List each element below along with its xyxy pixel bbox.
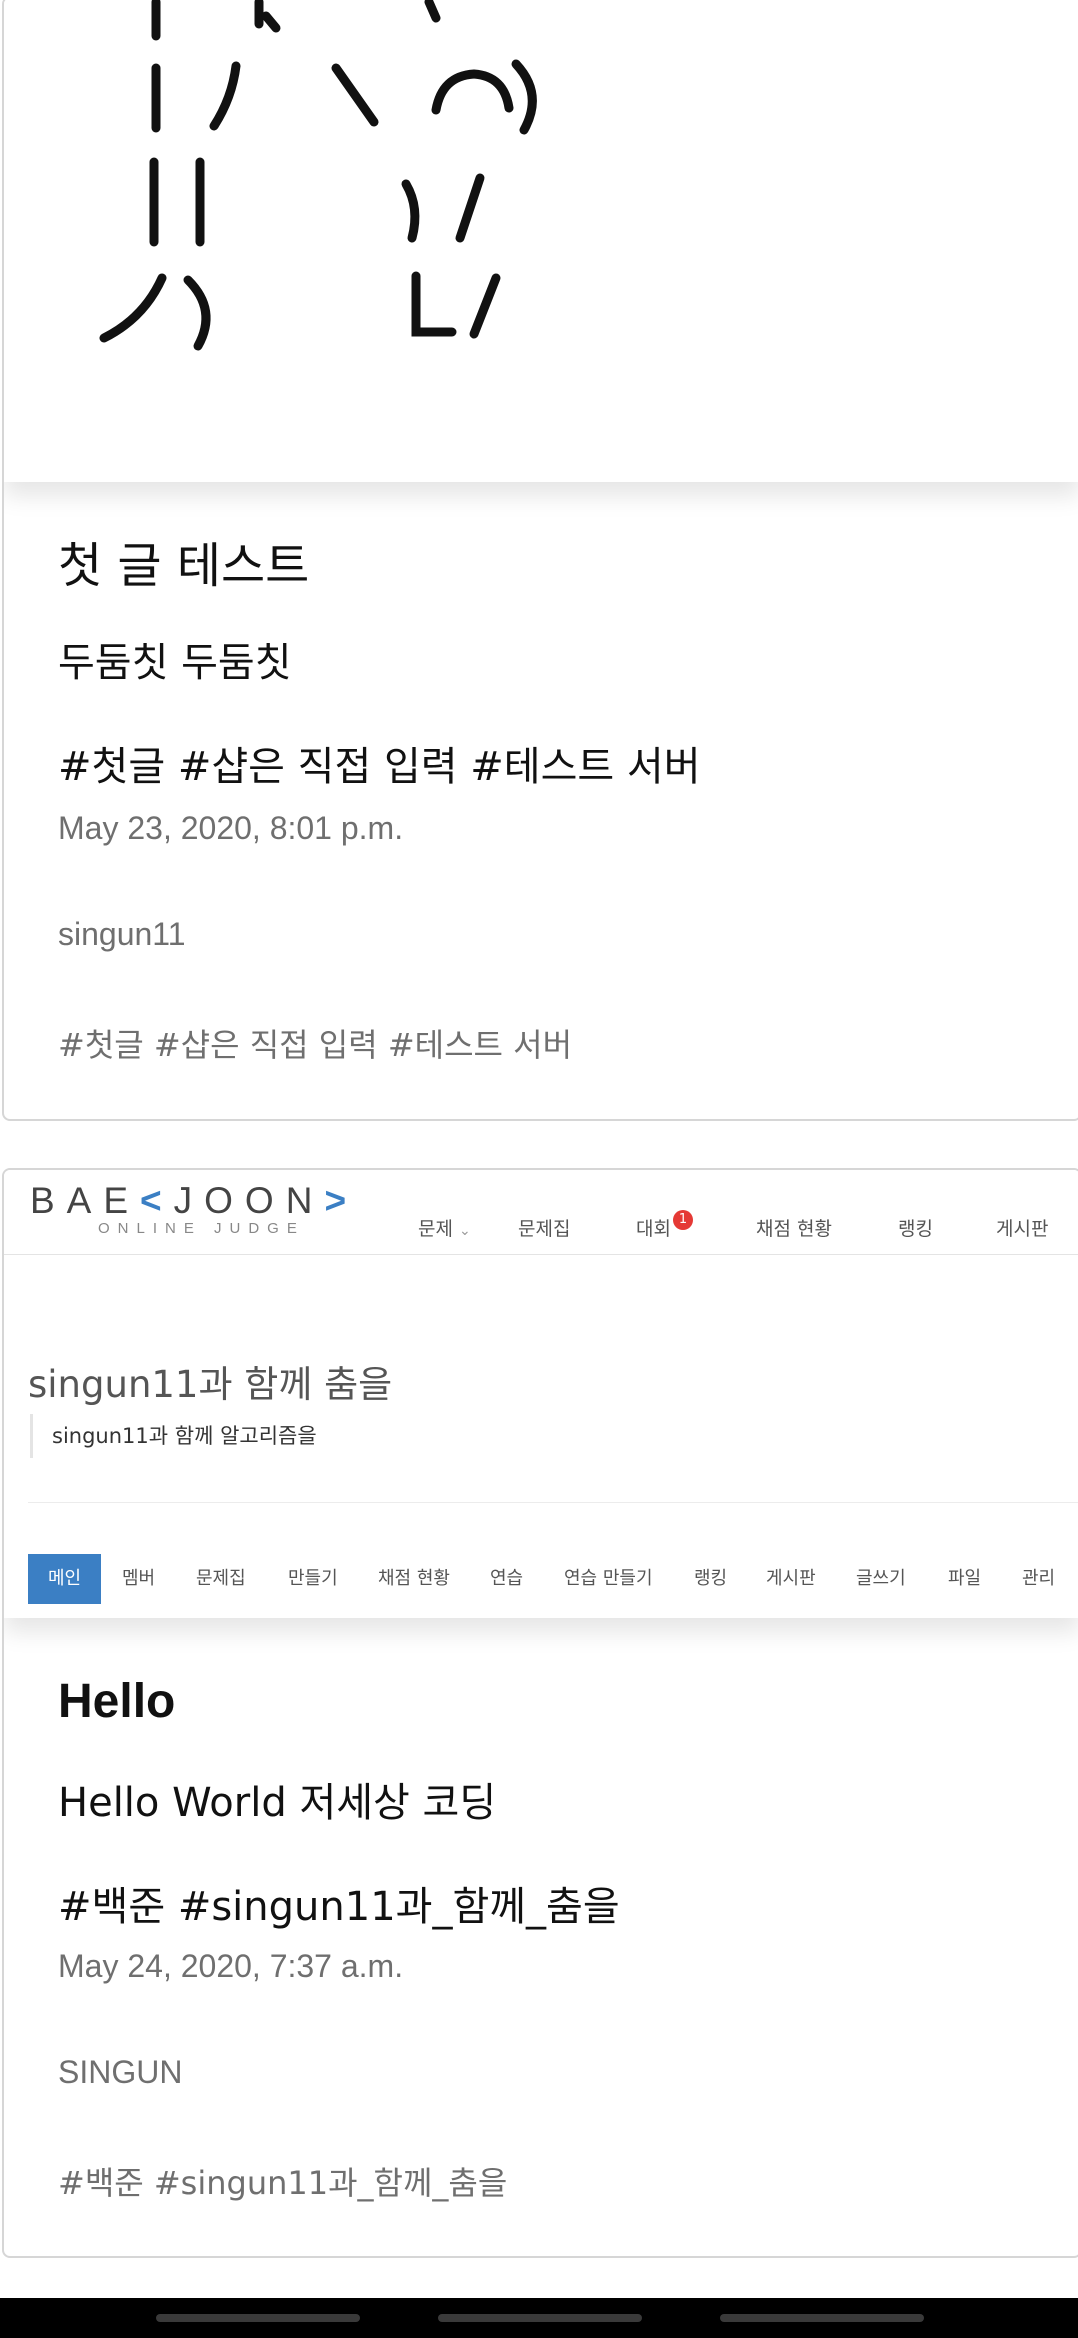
post-author[interactable]: singun11: [58, 916, 186, 953]
nav-status[interactable]: 채점 현황: [756, 1214, 832, 1241]
post-date: May 24, 2020, 7:37 a.m.: [58, 1948, 404, 1984]
post-image-baekjoon-screenshot: BAE<JOON> ONLINE JUDGE 문제 ⌄ 문제집 대회 1 채점 현…: [4, 1170, 1078, 1618]
post-hashtags: #백준 #singun11과_함께_춤을: [58, 1884, 620, 1930]
post-image-ascii-art: [4, 0, 1078, 482]
nav-problems[interactable]: 문제 ⌄: [418, 1214, 471, 1241]
post-title: 첫 글 테스트: [58, 538, 310, 594]
nav-divider: [4, 1254, 1078, 1255]
post-card-1[interactable]: 첫 글 테스트 두둠칫 두둠칫 #첫글 #샵은 직접 입력 #테스트 서버 Ma…: [2, 0, 1078, 1121]
nav-board[interactable]: 게시판: [996, 1214, 1048, 1241]
subnav-ranking[interactable]: 랭킹: [694, 1554, 727, 1604]
group-description: singun11과 함께 알고리즘을: [30, 1414, 317, 1458]
system-navigation-bar: [0, 2298, 1078, 2338]
nav-contest-label: 대회: [636, 1218, 671, 1240]
post-hashtags-secondary[interactable]: #첫글 #샵은 직접 입력 #테스트 서버: [58, 1020, 572, 1066]
post-hashtags-secondary[interactable]: #백준 #singun11과_함께_춤을: [58, 2158, 507, 2204]
subnav-members[interactable]: 멤버: [122, 1554, 155, 1604]
subnav-files[interactable]: 파일: [948, 1554, 981, 1604]
chevron-down-icon: ⌄: [459, 1223, 471, 1239]
contest-count-badge: 1: [672, 1210, 693, 1230]
ascii-art-drawing: [99, 0, 537, 351]
post-title: Hello: [58, 1675, 176, 1728]
subnav-create-practice[interactable]: 연습 만들기: [564, 1554, 653, 1604]
group-title: singun11과 함께 춤을: [28, 1363, 393, 1406]
post-date: May 23, 2020, 8:01 p.m.: [58, 810, 404, 846]
subnav-status[interactable]: 채점 현황: [378, 1554, 450, 1604]
group-description-text: singun11과 함께 알고리즘을: [52, 1424, 317, 1448]
group-divider: [28, 1502, 1078, 1503]
subnav-admin[interactable]: 관리: [1022, 1554, 1055, 1604]
post-author[interactable]: SINGUN: [58, 2054, 182, 2091]
subnav-write[interactable]: 글쓰기: [856, 1554, 906, 1604]
nav-workbook[interactable]: 문제집: [518, 1214, 570, 1241]
logo-text-part2: JOON: [173, 1180, 325, 1221]
logo-text-part1: BAE: [30, 1180, 141, 1221]
nav-problems-label: 문제: [418, 1218, 453, 1240]
logo-bracket-open: <: [140, 1180, 174, 1221]
nav-handle-right[interactable]: [720, 2314, 924, 2322]
nav-handle-center[interactable]: [438, 2314, 642, 2322]
post-hashtags: #첫글 #샵은 직접 입력 #테스트 서버: [58, 744, 701, 790]
post-body: 두둠칫 두둠칫: [58, 640, 292, 686]
baekjoon-logo: BAE<JOON> ONLINE JUDGE: [30, 1180, 358, 1237]
logo-subtitle: ONLINE JUDGE: [98, 1220, 305, 1237]
post-body: Hello World 저세상 코딩: [58, 1780, 497, 1826]
subnav-create[interactable]: 만들기: [288, 1554, 338, 1604]
subnav-workbook[interactable]: 문제집: [196, 1554, 246, 1604]
subnav-main[interactable]: 메인: [28, 1554, 102, 1604]
nav-contest[interactable]: 대회 1: [636, 1210, 693, 1241]
nav-ranking[interactable]: 랭킹: [898, 1214, 933, 1241]
post-card-2[interactable]: BAE<JOON> ONLINE JUDGE 문제 ⌄ 문제집 대회 1 채점 현…: [2, 1168, 1078, 2258]
subnav-board[interactable]: 게시판: [766, 1554, 816, 1604]
nav-handle-left[interactable]: [156, 2314, 360, 2322]
logo-bracket-close: >: [324, 1180, 359, 1221]
subnav-practice[interactable]: 연습: [490, 1554, 523, 1604]
